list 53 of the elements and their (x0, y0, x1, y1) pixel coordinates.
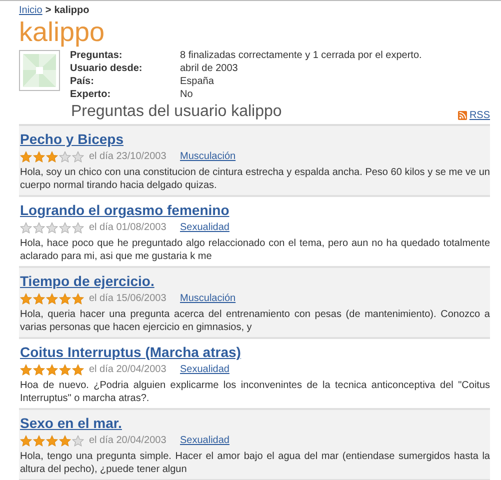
question-title-link[interactable]: Pecho y Biceps (20, 130, 124, 148)
star-filled-icon (72, 292, 84, 304)
profile-value: 8 finalizadas correctamente y 1 cerrada por el experto. (180, 50, 422, 61)
star-filled-icon (20, 150, 32, 162)
category-link[interactable]: Sexualidad (180, 364, 230, 375)
category-link[interactable]: Sexualidad (180, 222, 230, 233)
star-filled-icon (20, 292, 32, 304)
star-filled-icon (33, 434, 45, 446)
question-title-link[interactable]: Tiempo de ejercicio. (20, 272, 154, 290)
profile-value: abril de 2003 (180, 63, 239, 74)
page-title: kalippo (19, 16, 106, 48)
question-excerpt: Hola, tengo una pregunta simple. Hacer el amor bajo el agua del mar (entiendase sumergidos hasta la altura del pecho), ¿puede tener algun (20, 450, 490, 476)
profile-label: País: (70, 76, 95, 87)
profile-label: Experto: (70, 89, 112, 100)
star-filled-icon (46, 364, 58, 376)
star-filled-icon (46, 434, 58, 446)
avatar-icon (19, 50, 60, 91)
question-excerpt: Hoa de nuevo. ¿Podria alguien explicarme los inconvenintes de la tecnica anticonceptiva del "Coitus Interruptus" o marcha atras?. (20, 379, 490, 405)
star-filled-icon (46, 150, 58, 162)
question-date: el día 23/10/2003 (89, 151, 168, 162)
question-date: el día 15/06/2003 (89, 293, 168, 304)
question-title-link[interactable]: Coitus Interruptus (Marcha atras) (20, 343, 241, 361)
section-title: Preguntas del usuario kalippo (71, 103, 282, 121)
star-filled-icon (72, 364, 84, 376)
star-filled-icon (59, 364, 71, 376)
profile-label: Preguntas: (70, 50, 124, 61)
star-filled-icon (20, 364, 32, 376)
question-date: el día 20/04/2003 (89, 364, 168, 375)
star-filled-icon (59, 434, 71, 446)
star-filled-icon (20, 434, 32, 446)
profile-value: España (180, 76, 215, 87)
star-filled-icon (33, 150, 45, 162)
profile-value: No (180, 89, 194, 100)
question-title-link[interactable]: Sexo en el mar. (20, 414, 122, 432)
star-filled-icon (33, 364, 45, 376)
category-link[interactable]: Musculación (180, 293, 236, 304)
question-title-link[interactable]: Logrando el orgasmo femenino (20, 201, 230, 219)
category-link[interactable]: Sexualidad (180, 435, 230, 446)
rss-link[interactable]: RSS (458, 110, 490, 121)
question-date: el día 01/08/2003 (89, 222, 168, 233)
rss-icon (458, 111, 468, 120)
breadcrumb-separator: > (45, 5, 52, 16)
category-link[interactable]: Musculación (180, 151, 236, 162)
home-link[interactable]: Inicio (19, 5, 42, 16)
star-filled-icon (59, 292, 71, 304)
question-excerpt: Hola, soy un chico con una constitucion de cintura estrecha y espalda ancha. Peso 60 kilos y se me ve un cuerpo normal tirando hacia delgado quizas. (20, 166, 490, 192)
question-excerpt: Hola, hace poco que he preguntado algo relaccionado con el tema, pero aun no ha quedado totalmente aclarado para mi, asi que me gustaria k me (20, 237, 490, 263)
profile-label: Usuario desde: (70, 63, 144, 74)
star-filled-icon (33, 292, 45, 304)
question-date: el día 20/04/2003 (89, 435, 168, 446)
question-excerpt: Hola, queria hacer una pregunta acerca del entrenamiento con pesas (de mantenimiento). Conozco a varias personas que hacen ejercicio en gimnasios, y (20, 308, 490, 334)
breadcrumb-current: kalippo (54, 5, 90, 16)
star-filled-icon (46, 292, 58, 304)
